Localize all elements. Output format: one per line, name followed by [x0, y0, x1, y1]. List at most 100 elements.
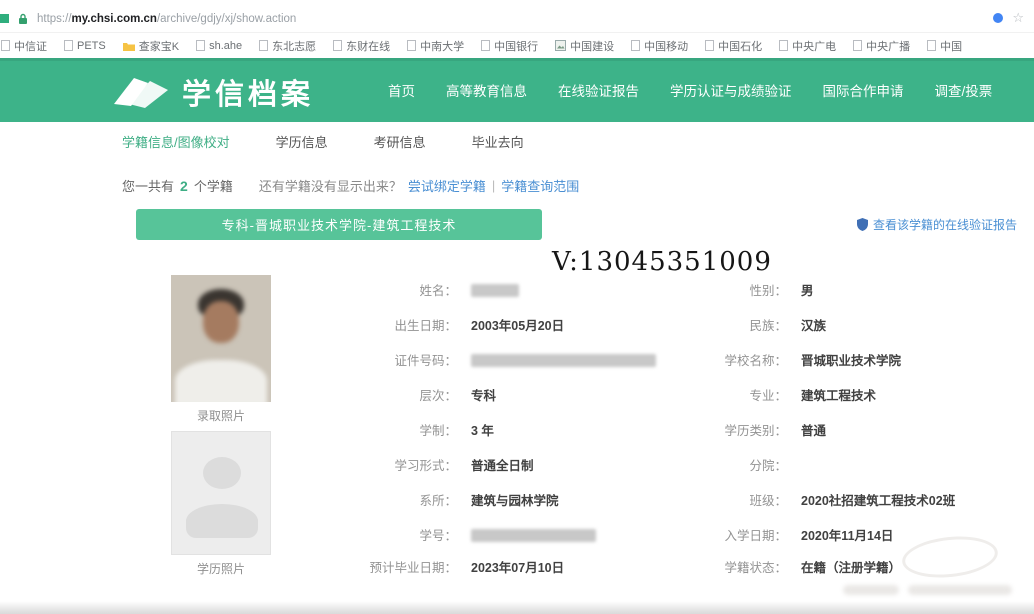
- degree-photo-placeholder: [171, 431, 271, 555]
- field-enrollment-date: 入学日期：2020年11月14日: [675, 525, 893, 542]
- field-duration: 学制：3 年: [345, 420, 494, 437]
- page-icon: [259, 40, 268, 51]
- page-icon: [927, 40, 936, 51]
- page-icon: [779, 40, 788, 51]
- silhouette-body: [186, 504, 258, 538]
- page-icon: [853, 40, 862, 51]
- query-range-link[interactable]: 学籍查询范围: [501, 176, 579, 195]
- contact-watermark: V:13045351009: [552, 247, 772, 277]
- sub-nav: 学籍信息/图像校对 学历信息 考研信息 毕业去向: [0, 122, 1034, 160]
- admission-photo-blur: [171, 275, 271, 402]
- redacted-id-value: [471, 354, 656, 367]
- site-logo[interactable]: 学信档案: [112, 71, 314, 113]
- bookmark-item[interactable]: 中国石化: [705, 38, 762, 54]
- page-icon: [631, 40, 640, 51]
- missing-question: 还有学籍没有显示出来？: [259, 176, 402, 195]
- page-icon: [481, 40, 490, 51]
- faint-watermark-fragment: [908, 585, 1012, 595]
- site-logo-text: 学信档案: [182, 71, 314, 113]
- page-icon: [196, 40, 205, 51]
- bookmark-item[interactable]: 东北志愿: [259, 38, 316, 54]
- page-icon: [407, 40, 416, 51]
- field-branch: 分院：: [675, 455, 801, 472]
- url-text[interactable]: https://my.chsi.com.cn/archive/gdjy/xj/s…: [37, 13, 296, 25]
- degree-photo-caption: 学历照片: [171, 560, 271, 577]
- silhouette-head: [203, 457, 241, 489]
- field-name: 姓名：: [345, 280, 519, 297]
- bookmark-item[interactable]: 中国银行: [481, 38, 538, 54]
- bookmark-star-icon[interactable]: ☆: [1012, 11, 1024, 24]
- bookmark-folder-item[interactable]: 查家宝K: [123, 38, 179, 54]
- bookmark-item[interactable]: 中南大学: [407, 38, 464, 54]
- url-scheme: https://: [37, 13, 72, 25]
- nav-item-verification[interactable]: 学历认证与成绩验证: [670, 80, 792, 100]
- bookmark-item[interactable]: 中央广播: [853, 38, 910, 54]
- address-bar[interactable]: https://my.chsi.com.cn/archive/gdjy/xj/s…: [0, 5, 1034, 33]
- extension-icon[interactable]: [993, 13, 1003, 23]
- nav-item-online-report[interactable]: 在线验证报告: [558, 80, 639, 100]
- bookmark-item[interactable]: 东财在线: [333, 38, 390, 54]
- field-birthdate: 出生日期：2003年05月20日: [345, 315, 564, 332]
- url-path: /archive/gdjy/xj/show.action: [157, 13, 296, 25]
- bind-xueji-link[interactable]: 尝试绑定学籍: [408, 176, 486, 195]
- count-suffix: 个学籍: [194, 176, 233, 195]
- faint-oval-stamp: [900, 532, 1000, 582]
- nav-item-home[interactable]: 首页: [388, 80, 415, 100]
- page-icon: [64, 40, 73, 51]
- field-school-name: 学校名称：晋城职业技术学院: [675, 350, 901, 367]
- tab-xueli-info[interactable]: 学历信息: [276, 132, 328, 151]
- page: https://my.chsi.com.cn/archive/gdjy/xj/s…: [0, 0, 1034, 614]
- bookmark-image-item[interactable]: 中国建设: [555, 38, 614, 54]
- view-report-link[interactable]: 查看该学籍的在线验证报告: [857, 216, 1017, 233]
- image-icon: [555, 40, 566, 51]
- link-separator: |: [492, 178, 495, 193]
- field-major: 专业：建筑工程技术: [675, 385, 876, 402]
- tab-graduation[interactable]: 毕业去向: [472, 132, 524, 151]
- field-student-no: 学号：: [345, 525, 596, 542]
- admission-photo: [171, 275, 271, 402]
- field-level: 层次：专科: [345, 385, 496, 402]
- url-domain: my.chsi.com.cn: [72, 13, 157, 25]
- shield-icon: [857, 218, 868, 231]
- view-report-label: 查看该学籍的在线验证报告: [873, 216, 1017, 233]
- page-icon: [333, 40, 342, 51]
- page-bottom-edge: [0, 601, 1034, 614]
- field-class: 班级：2020社招建筑工程技术02班: [675, 490, 955, 507]
- field-gender: 性别：男: [675, 280, 814, 297]
- bookmark-item[interactable]: 中国: [927, 38, 962, 54]
- ssl-lock-icon[interactable]: [18, 13, 28, 25]
- xueji-record-tab[interactable]: 专科-晋城职业技术学院-建筑工程技术: [136, 209, 542, 240]
- tab-xueji-info[interactable]: 学籍信息/图像校对: [122, 132, 230, 151]
- field-edu-category: 学历类别：普通: [675, 420, 826, 437]
- faint-watermark-fragment: [843, 585, 899, 595]
- bookmark-item[interactable]: PETS: [64, 40, 106, 52]
- page-icon: [1, 40, 10, 51]
- page-icon: [705, 40, 714, 51]
- count-prefix: 您一共有: [122, 176, 174, 195]
- bookmark-item[interactable]: 中信证: [1, 38, 47, 54]
- nav-item-higher-edu[interactable]: 高等教育信息: [446, 80, 527, 100]
- xueji-count: 2: [180, 178, 188, 194]
- field-id-number: 证件号码：: [345, 350, 656, 367]
- bookmark-item[interactable]: sh.ahe: [196, 40, 242, 52]
- redacted-student-no-value: [471, 529, 596, 542]
- field-xueji-status: 学籍状态：在籍（注册学籍）: [675, 557, 901, 574]
- field-ethnicity: 民族：汉族: [675, 315, 826, 332]
- bookmarks-bar: 中信证 PETS 查家宝K sh.ahe 东北志愿 东财在线 中南大学 中国银行…: [0, 33, 1034, 59]
- field-expected-graduation: 预计毕业日期：2023年07月10日: [345, 557, 564, 574]
- chsi-logo-icon: [112, 73, 170, 111]
- main-nav: 首页 高等教育信息 在线验证报告 学历认证与成绩验证 国际合作申请 调查/投票: [388, 58, 992, 122]
- favicon-fragment: [0, 14, 9, 23]
- nav-item-survey[interactable]: 调查/投票: [935, 80, 993, 100]
- nav-item-intl-coop[interactable]: 国际合作申请: [823, 80, 904, 100]
- field-study-form: 学习形式：普通全日制: [345, 455, 534, 472]
- folder-icon: [123, 41, 135, 51]
- bookmark-item[interactable]: 中央广电: [779, 38, 836, 54]
- site-header: 学信档案 首页 高等教育信息 在线验证报告 学历认证与成绩验证 国际合作申请 调…: [0, 58, 1034, 122]
- field-department: 系所：建筑与园林学院: [345, 490, 559, 507]
- xueji-count-row: 您一共有 2 个学籍 还有学籍没有显示出来？ 尝试绑定学籍 | 学籍查询范围: [122, 176, 579, 195]
- tab-kaoyan-info[interactable]: 考研信息: [374, 132, 426, 151]
- redacted-name-value: [471, 284, 519, 297]
- bookmark-item[interactable]: 中国移动: [631, 38, 688, 54]
- admission-photo-caption: 录取照片: [171, 407, 271, 424]
